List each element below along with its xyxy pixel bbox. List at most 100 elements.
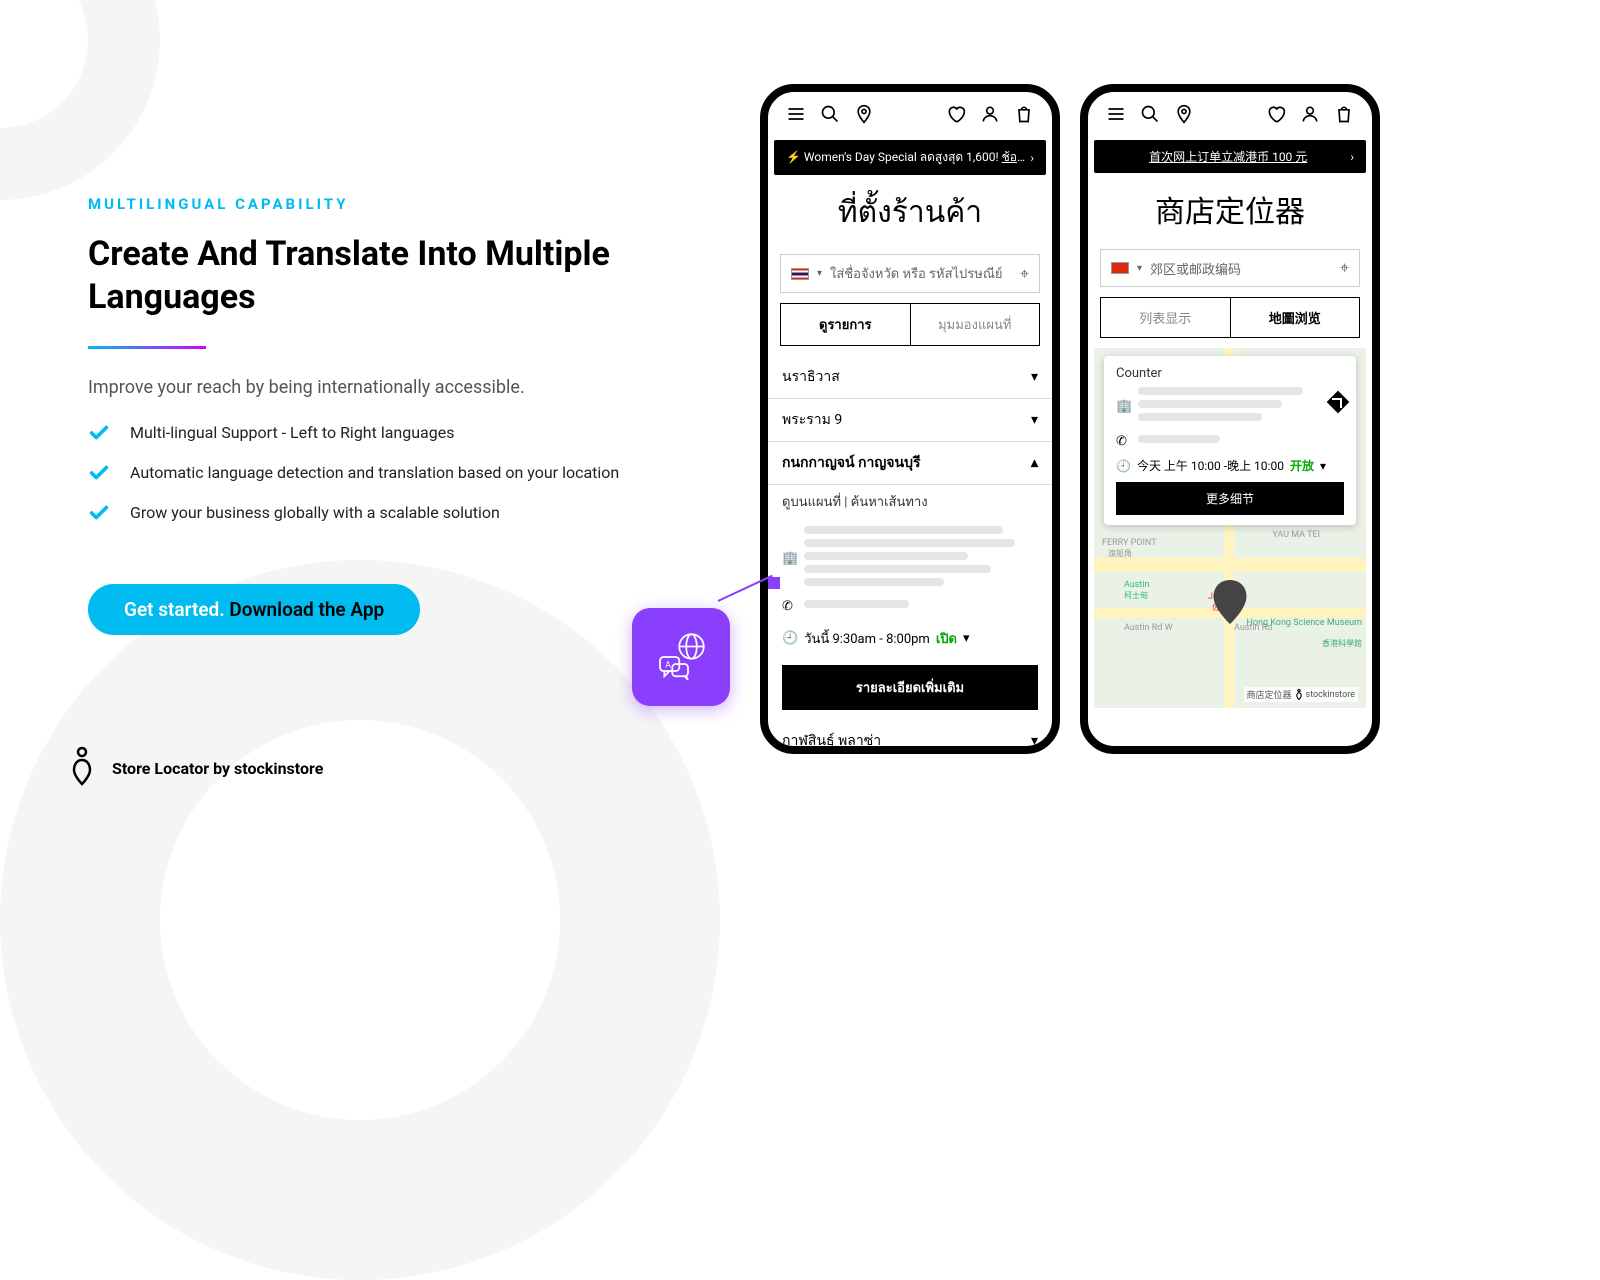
map-pin-icon[interactable] <box>1213 580 1247 628</box>
map-view[interactable]: FERRY POINT 渡船角 YAU MA TEI Austin 柯士甸 Au… <box>1094 348 1366 708</box>
location-search-input[interactable]: ▾ 郊区或邮政编码 ⌖ <box>1100 249 1360 287</box>
clock-icon: 🕘 <box>1116 459 1131 473</box>
address-block: 🏢 ✆ <box>782 526 1038 614</box>
view-tabs: ดูรายการ มุมมองแผนที่ <box>780 303 1040 346</box>
store-sub-actions[interactable]: ดูบนแผนที่ | ค้นหาเส้นทาง <box>768 485 1052 518</box>
bag-icon[interactable] <box>1334 104 1354 128</box>
decorative-ring-bottom <box>0 560 720 1280</box>
phone-toolbar <box>1088 92 1372 140</box>
translate-feature-badge: A <box>632 608 730 706</box>
chevron-down-icon: ▾ <box>1137 263 1142 274</box>
more-details-button[interactable]: รายละเอียดเพิ่มเติม <box>782 665 1038 710</box>
tab-map-view[interactable]: มุมมองแผนที่ <box>911 304 1040 345</box>
tab-list-view[interactable]: ดูรายการ <box>781 304 911 345</box>
promo-banner[interactable]: 首次网上订单立减港币 100 元 › <box>1094 140 1366 173</box>
brand-footer-text: Store Locator by stockinstore <box>112 759 323 778</box>
bullet-text: Grow your business globally with a scala… <box>130 502 500 528</box>
menu-icon[interactable] <box>786 104 806 128</box>
building-icon: 🏢 <box>1116 399 1130 414</box>
check-icon <box>88 502 112 528</box>
search-icon[interactable] <box>1140 104 1160 128</box>
page-title: ที่ตั้งร้านค้า <box>768 189 1052 236</box>
building-icon: 🏢 <box>782 551 796 566</box>
bullet-text: Multi-lingual Support - Left to Right la… <box>130 422 454 448</box>
brand-footer: Store Locator by stockinstore <box>70 746 323 790</box>
store-hours[interactable]: 🕘 วันนี้ 9:30am - 8:00pm เปิด ▾ <box>768 622 1052 655</box>
chevron-up-icon: ▴ <box>1031 455 1038 471</box>
banner-text: ⚡ Women's Day Special ลดสูงสุด 1,600! ช้… <box>786 148 1030 167</box>
map-label: Hong Kong Science Museum <box>1246 618 1362 628</box>
map-label: Austin Rd W <box>1124 623 1173 633</box>
chevron-down-icon: ▾ <box>1031 369 1038 385</box>
store-row[interactable]: นราธิวาส▾ <box>768 356 1052 399</box>
gradient-rule <box>88 346 206 349</box>
svg-text:A: A <box>665 661 671 671</box>
store-info-card: Counter 🏢 ✆ 🕘 今天 上午 10:00 -晚上 10:00 开放 ▾… <box>1104 356 1356 525</box>
check-icon <box>88 422 112 448</box>
eyebrow-label: MULTILINGUAL CAPABILITY <box>88 195 628 213</box>
tab-list-view[interactable]: 列表显示 <box>1101 298 1231 337</box>
search-placeholder-text: 郊区或邮政编码 <box>1150 259 1241 278</box>
get-started-cta[interactable]: Get started. Download the App <box>88 584 420 635</box>
flag-icon-hongkong <box>1111 262 1129 274</box>
phone-chinese: 首次网上订单立减港币 100 元 › 商店定位器 ▾ 郊区或邮政编码 ⌖ 列表显… <box>1080 84 1380 754</box>
phone-icon: ✆ <box>782 599 796 614</box>
location-search-input[interactable]: ▾ ใส่ชื่อจังหวัด หรือ รหัสไปรษณีย์ ⌖ <box>780 254 1040 293</box>
map-label: Austin <box>1124 580 1150 590</box>
description: Improve your reach by being internationa… <box>88 377 628 398</box>
main-title: Create And Translate Into Multiple Langu… <box>88 233 628 318</box>
phone-icon: ✆ <box>1116 434 1130 449</box>
store-row[interactable]: พระราม 9▾ <box>768 399 1052 442</box>
search-icon[interactable] <box>820 104 840 128</box>
chevron-down-icon: ▾ <box>817 268 822 279</box>
account-icon[interactable] <box>1300 104 1320 128</box>
map-label: 渡船角 <box>1108 548 1132 559</box>
page-title: 商店定位器 <box>1088 187 1372 231</box>
map-label: 柯士甸 <box>1124 590 1148 601</box>
flag-icon-thailand <box>791 268 809 280</box>
card-hours[interactable]: 🕘 今天 上午 10:00 -晚上 10:00 开放 ▾ <box>1116 457 1344 474</box>
chevron-right-icon: › <box>1030 151 1034 165</box>
hours-text: วันนี้ 9:30am - 8:00pm <box>804 628 930 649</box>
hours-text: 今天 上午 10:00 -晚上 10:00 <box>1137 457 1284 474</box>
clock-icon: 🕘 <box>782 631 798 646</box>
geolocate-icon[interactable]: ⌖ <box>1020 264 1029 284</box>
status-open: เปิด <box>936 628 957 649</box>
chevron-down-icon: ▾ <box>1031 412 1038 428</box>
store-row-expanded[interactable]: กนกกาญจน์ กาญจนบุรี▴ <box>768 442 1052 485</box>
check-icon <box>88 462 112 488</box>
account-icon[interactable] <box>980 104 1000 128</box>
map-label: FERRY POINT <box>1102 538 1157 548</box>
marketing-copy: MULTILINGUAL CAPABILITY Create And Trans… <box>88 195 628 635</box>
bullet-item: Automatic language detection and transla… <box>88 462 628 488</box>
location-icon[interactable] <box>1174 104 1194 128</box>
wishlist-icon[interactable] <box>1266 104 1286 128</box>
card-title: Counter <box>1116 366 1344 381</box>
promo-banner[interactable]: ⚡ Women's Day Special ลดสูงสุด 1,600! ช้… <box>774 140 1046 175</box>
banner-text: 首次网上订单立减港币 100 元 <box>1106 148 1350 165</box>
search-placeholder-text: ใส่ชื่อจังหวัด หรือ รหัสไปรษณีย์ <box>830 263 1003 284</box>
bag-icon[interactable] <box>1014 104 1034 128</box>
store-row[interactable]: กาฬสินธุ์ พลาซ่า▾ <box>768 720 1052 754</box>
stockinstore-logo-icon <box>70 746 94 790</box>
badge-connector-dot <box>768 577 780 589</box>
phone-toolbar <box>768 92 1052 140</box>
menu-icon[interactable] <box>1106 104 1126 128</box>
view-tabs: 列表显示 地圖浏览 <box>1100 297 1360 338</box>
status-open: 开放 <box>1290 457 1314 474</box>
chevron-right-icon: › <box>1350 150 1354 164</box>
phone-mockups: ⚡ Women's Day Special ลดสูงสุด 1,600! ช้… <box>760 84 1380 754</box>
geolocate-icon[interactable]: ⌖ <box>1340 258 1349 278</box>
chevron-down-icon: ▾ <box>1320 459 1326 473</box>
tab-map-view[interactable]: 地圖浏览 <box>1231 298 1360 337</box>
map-label: YAU MA TEI <box>1272 530 1320 540</box>
chevron-down-icon: ▾ <box>1031 733 1038 749</box>
map-label: 香港科學館 <box>1322 638 1362 649</box>
location-icon[interactable] <box>854 104 874 128</box>
bullet-item: Multi-lingual Support - Left to Right la… <box>88 422 628 448</box>
wishlist-icon[interactable] <box>946 104 966 128</box>
bullet-item: Grow your business globally with a scala… <box>88 502 628 528</box>
map-attribution: 商店定位器 stockinstore <box>1244 687 1358 702</box>
more-details-button[interactable]: 更多细节 <box>1116 482 1344 515</box>
bullet-text: Automatic language detection and transla… <box>130 462 619 488</box>
